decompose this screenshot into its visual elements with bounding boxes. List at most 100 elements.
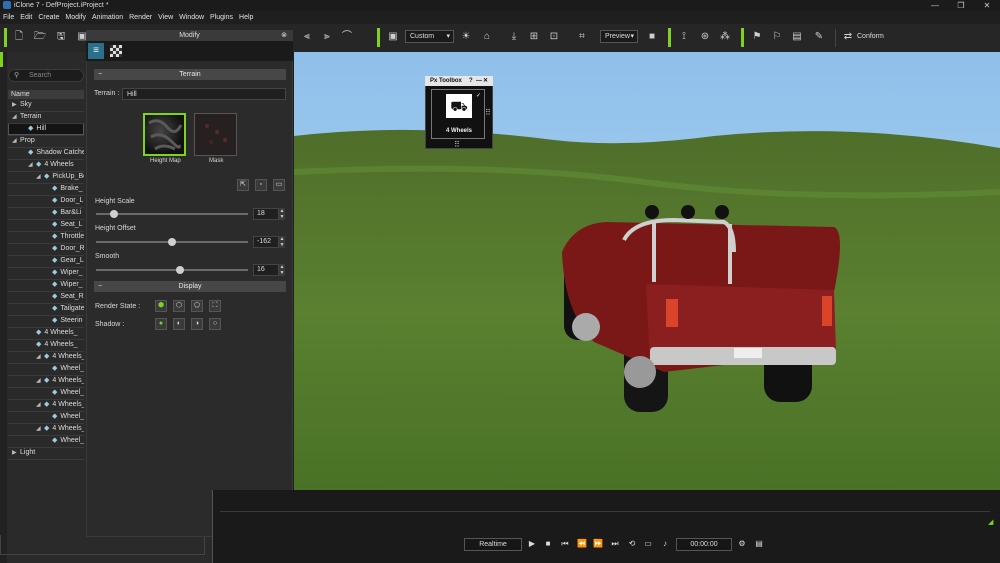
open-folder-icon[interactable]: 🗁 bbox=[33, 30, 47, 44]
render-solid-icon[interactable]: ⬢ bbox=[155, 300, 167, 312]
tree-row[interactable]: ◆ Wiper_ bbox=[2, 267, 84, 279]
help-button[interactable]: ? bbox=[469, 76, 473, 86]
resize-handle-icon[interactable]: ⠿ bbox=[454, 140, 460, 149]
close-panel-icon[interactable]: ⊗ bbox=[281, 30, 287, 41]
shadow-cast-icon[interactable]: ◐ bbox=[173, 318, 185, 330]
height-offset-spinner[interactable]: ▲ ▼ bbox=[279, 236, 285, 248]
timeline-panel-icon[interactable]: ▤ bbox=[753, 538, 765, 550]
expand-arrow-icon[interactable]: ◢ bbox=[12, 111, 20, 123]
camera-dropdown[interactable]: Custom ▾ bbox=[405, 30, 454, 43]
close-button[interactable]: ✕ bbox=[974, 0, 1000, 11]
grid-view-icon[interactable]: ⊡ bbox=[547, 30, 561, 44]
tree-row[interactable]: ◆ Seat_L bbox=[2, 219, 84, 231]
expand-arrow-icon[interactable]: ▶ bbox=[12, 447, 20, 459]
puppet-icon[interactable]: ⚑ bbox=[750, 30, 764, 44]
tree-row[interactable]: ◆ Wiper_ bbox=[2, 279, 84, 291]
tree-row[interactable]: ◆ Wheel_ bbox=[2, 435, 84, 447]
menu-window[interactable]: Window bbox=[179, 14, 204, 21]
minimize-button[interactable]: — bbox=[922, 0, 948, 11]
shadow-receive-icon[interactable]: ◑ bbox=[191, 318, 203, 330]
height-scale-value[interactable]: 18 bbox=[253, 208, 279, 220]
loop-icon[interactable]: ⟲ bbox=[626, 538, 638, 550]
expand-arrow-icon[interactable]: ◢ bbox=[36, 351, 44, 363]
menu-plugins[interactable]: Plugins bbox=[210, 14, 233, 21]
smooth-value[interactable]: 16 bbox=[253, 264, 279, 276]
fast-forward-icon[interactable]: ⏩ bbox=[592, 538, 604, 550]
timeline-area[interactable] bbox=[212, 490, 1000, 563]
3d-viewport[interactable] bbox=[294, 52, 1000, 490]
align-left-icon[interactable]: ⫷ bbox=[300, 30, 314, 44]
settings-gear-icon[interactable]: ⚙ bbox=[736, 538, 748, 550]
pick-icon[interactable]: ⟟ bbox=[677, 30, 691, 44]
tree-row[interactable]: ◆ 4 Wheels_ bbox=[2, 339, 84, 351]
group-icon[interactable]: ⁂ bbox=[718, 30, 732, 44]
smooth-track[interactable] bbox=[96, 269, 248, 271]
smooth-knob[interactable] bbox=[175, 266, 184, 274]
render-box-icon[interactable]: ⛶ bbox=[209, 300, 221, 312]
render-wire-icon[interactable]: ⬠ bbox=[191, 300, 203, 312]
rewind-icon[interactable]: ⏪ bbox=[576, 538, 588, 550]
camera-record-icon[interactable]: ■ bbox=[645, 30, 659, 44]
load-terrain-icon[interactable]: ▭ bbox=[273, 179, 285, 191]
mask-thumbnail[interactable] bbox=[194, 113, 237, 156]
export-icon[interactable]: ⇱ bbox=[237, 179, 249, 191]
path-icon[interactable]: ⊛ bbox=[698, 30, 712, 44]
go-to-end-icon[interactable]: ⏭ bbox=[609, 538, 621, 550]
name-column-header[interactable]: Name bbox=[8, 90, 84, 99]
play-icon[interactable]: ▶ bbox=[526, 538, 538, 550]
tree-row[interactable]: ◆ Tailgate bbox=[2, 303, 84, 315]
tree-row[interactable]: ◆ Door_R bbox=[2, 243, 84, 255]
save-icon[interactable]: 🖫 bbox=[54, 30, 68, 44]
realtime-mode-button[interactable]: Realtime bbox=[464, 538, 522, 551]
tree-row[interactable]: ◆ Wheel_ bbox=[2, 387, 84, 399]
brush-icon[interactable]: ✎ bbox=[812, 30, 826, 44]
tree-row[interactable]: ◆ Throttle bbox=[2, 231, 84, 243]
motion-icon[interactable]: ⚐ bbox=[770, 30, 784, 44]
terrain-section-header[interactable]: − Terrain bbox=[94, 69, 286, 80]
tree-row[interactable]: ▶ Sky bbox=[2, 99, 84, 111]
terrain-name-field[interactable]: Hill bbox=[122, 88, 286, 100]
height-offset-value[interactable]: -162 bbox=[253, 236, 279, 248]
tree-row[interactable]: ◢ ◆ 4 Wheels_ bbox=[2, 351, 84, 363]
tree-row[interactable]: ◆ Gear_L bbox=[2, 255, 84, 267]
save-terrain-icon[interactable]: ▫ bbox=[255, 179, 267, 191]
tree-row[interactable]: ◢ Prop bbox=[2, 135, 84, 147]
tree-row[interactable]: ◢◆PickUp_Body bbox=[2, 171, 84, 183]
frame-icon[interactable]: ⌗ bbox=[575, 30, 589, 44]
expand-arrow-icon[interactable]: ◢ bbox=[12, 135, 20, 147]
subtitle-icon[interactable]: ▭ bbox=[642, 538, 654, 550]
viewport-icon[interactable]: ▣ bbox=[386, 30, 400, 44]
height-scale-spinner[interactable]: ▲ ▼ bbox=[279, 208, 285, 220]
tree-row[interactable]: ◢ ◆ 4 Wheels bbox=[2, 159, 84, 171]
expand-arrow-icon[interactable]: ◢ bbox=[36, 375, 44, 387]
tab-settings-sliders-icon[interactable]: ≡ bbox=[88, 43, 104, 59]
height-scale-track[interactable] bbox=[96, 213, 248, 215]
tree-row[interactable]: ◆ Brake_ bbox=[2, 183, 84, 195]
menu-render[interactable]: Render bbox=[129, 14, 152, 21]
menu-modify[interactable]: Modify bbox=[65, 14, 86, 21]
tree-row[interactable]: ▶ Light bbox=[2, 447, 84, 459]
close-toolbox-button[interactable]: ✕ bbox=[483, 76, 488, 86]
timeline-ruler[interactable] bbox=[220, 511, 990, 512]
expand-arrow-icon[interactable]: ◢ bbox=[28, 159, 36, 171]
display-section-header[interactable]: − Display bbox=[94, 281, 286, 292]
shadow-full-icon[interactable]: ● bbox=[155, 318, 167, 330]
expand-arrow-icon[interactable]: ▶ bbox=[12, 99, 20, 111]
tree-row[interactable]: ◢ ◆ 4 Wheels_ bbox=[2, 423, 84, 435]
conform-button[interactable]: Conform bbox=[857, 30, 884, 44]
toolbox-item-4-wheels[interactable]: ⛟ 4 Wheels ✓ bbox=[431, 89, 485, 139]
timecode-field[interactable]: 00:00:00 bbox=[676, 538, 732, 551]
expand-arrow-icon[interactable]: ◢ bbox=[36, 423, 44, 435]
clipboard-icon[interactable]: ▤ bbox=[790, 30, 804, 44]
tree-row[interactable]: ◆ Bar&Li bbox=[2, 207, 84, 219]
new-file-icon[interactable]: 🗋 bbox=[12, 30, 26, 44]
tree-row[interactable]: ◆ 4 Wheels_ bbox=[2, 327, 84, 339]
drop-down-icon[interactable]: ⤓ bbox=[507, 30, 521, 44]
align-center-icon[interactable]: ⫸ bbox=[320, 30, 334, 44]
go-to-start-icon[interactable]: ⏮ bbox=[559, 538, 571, 550]
px-toolbox-titlebar[interactable]: Px Toolbox ? — ✕ bbox=[425, 76, 493, 86]
expand-arrow-icon[interactable]: ◢ bbox=[36, 399, 44, 411]
audio-icon[interactable]: ♪ bbox=[659, 538, 671, 550]
gizmo-icon[interactable]: ⌒ bbox=[340, 30, 354, 44]
minimize-toolbox-button[interactable]: — bbox=[476, 76, 482, 86]
